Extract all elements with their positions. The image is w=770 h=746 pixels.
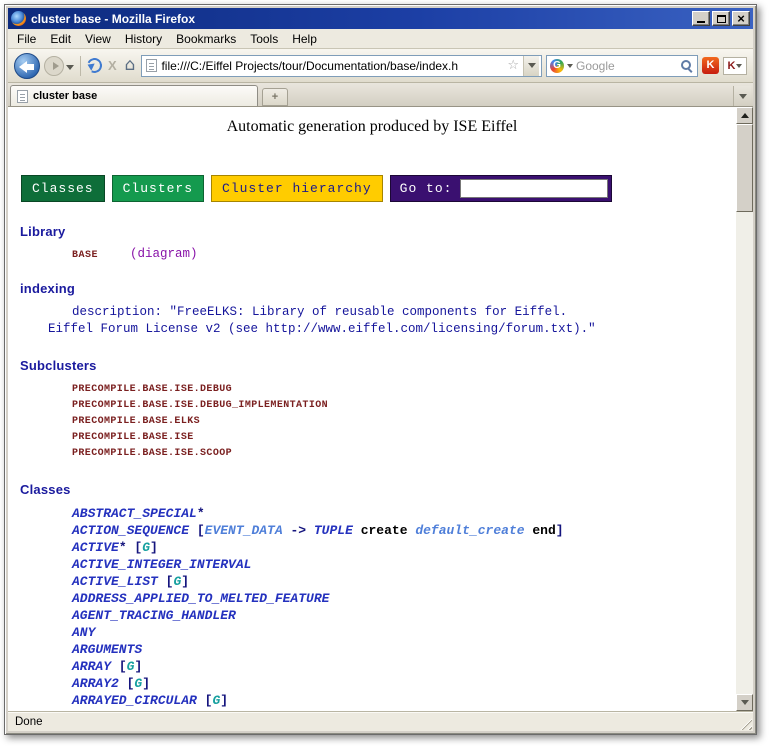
class-link[interactable]: ANY	[72, 624, 736, 641]
page-content: Automatic generation produced by ISE Eif…	[8, 107, 753, 711]
window-title: cluster base - Mozilla Firefox	[31, 12, 692, 26]
url-dropdown-button[interactable]	[523, 56, 539, 76]
chevron-down-icon	[739, 94, 747, 99]
search-magnifier-icon[interactable]	[679, 58, 694, 73]
classes-list: ABSTRACT_SPECIAL*ACTION_SEQUENCE [EVENT_…	[72, 505, 736, 711]
back-button[interactable]	[14, 53, 40, 79]
class-link[interactable]: ABSTRACT_SPECIAL*	[72, 505, 736, 522]
status-text: Done	[15, 716, 43, 728]
bookmark-star-icon[interactable]: ☆	[507, 59, 519, 72]
subcluster-link[interactable]: PRECOMPILE.BASE.ISE.DEBUG	[72, 382, 736, 398]
subcluster-link[interactable]: PRECOMPILE.BASE.ELKS	[72, 414, 736, 430]
menu-history[interactable]: History	[118, 30, 169, 48]
subclusters-list: PRECOMPILE.BASE.ISE.DEBUGPRECOMPILE.BASE…	[72, 382, 736, 462]
resize-grip[interactable]	[739, 717, 752, 730]
menu-help[interactable]: Help	[285, 30, 324, 48]
tab-label: cluster base	[33, 90, 97, 102]
google-icon[interactable]: G	[550, 59, 564, 73]
list-all-tabs-button[interactable]	[733, 86, 751, 106]
title-bar[interactable]: cluster base - Mozilla Firefox ×	[8, 8, 753, 29]
close-icon: ×	[737, 12, 745, 25]
tab-cluster-base[interactable]: cluster base	[10, 85, 258, 106]
home-icon[interactable]: ⌂	[123, 57, 138, 74]
tab-page-icon	[17, 90, 28, 103]
maximize-button[interactable]	[712, 11, 730, 26]
search-input[interactable]: Google	[576, 59, 676, 73]
addon-k-dropdown-button[interactable]: K	[723, 57, 747, 75]
menu-file[interactable]: File	[10, 30, 43, 48]
minimize-button[interactable]	[692, 11, 710, 26]
menu-bookmarks[interactable]: Bookmarks	[169, 30, 243, 48]
class-link[interactable]: ADDRESS_APPLIED_TO_MELTED_FEATURE	[72, 590, 736, 607]
indexing-description-line: description: "FreeELKS: Library of reusa…	[72, 304, 736, 321]
class-link[interactable]: AGENT_TRACING_HANDLER	[72, 607, 736, 624]
addon-k-icon[interactable]: K	[702, 57, 719, 74]
class-link[interactable]: ACTIVE* [G]	[72, 539, 736, 556]
menu-edit[interactable]: Edit	[43, 30, 78, 48]
new-tab-button[interactable]: +	[262, 88, 288, 106]
addon-k-letter: K	[728, 58, 736, 74]
cluster-hierarchy-button[interactable]: Cluster hierarchy	[211, 175, 383, 202]
classes-button[interactable]: Classes	[21, 175, 105, 202]
menu-view[interactable]: View	[78, 30, 118, 48]
chevron-down-icon	[736, 64, 742, 68]
classes-heading: Classes	[20, 482, 736, 497]
indexing-heading: indexing	[20, 281, 736, 296]
toolbar-separator	[80, 56, 81, 76]
chevron-down-icon	[528, 63, 536, 68]
page-icon	[146, 59, 157, 72]
subcluster-link[interactable]: PRECOMPILE.BASE.ISE	[72, 430, 736, 446]
class-link[interactable]: ARRAYED_CIRCULAR [G]	[72, 692, 736, 709]
library-line: BASE (diagram)	[72, 247, 736, 261]
url-text[interactable]: file:///C:/Eiffel Projects/tour/Document…	[161, 59, 503, 73]
subclusters-heading: Subclusters	[20, 358, 736, 373]
library-name-link[interactable]: BASE	[72, 250, 98, 261]
scroll-up-button[interactable]	[736, 107, 753, 124]
diagram-link[interactable]: (diagram)	[130, 247, 198, 261]
class-link[interactable]: ACTIVE_LIST [G]	[72, 573, 736, 590]
close-button[interactable]: ×	[732, 11, 750, 26]
goto-label: Go to:	[394, 181, 461, 196]
scroll-down-button[interactable]	[736, 694, 753, 711]
class-link[interactable]: ARRAY [G]	[72, 658, 736, 675]
maximize-icon	[717, 15, 726, 23]
address-bar[interactable]: file:///C:/Eiffel Projects/tour/Document…	[141, 55, 542, 77]
class-link[interactable]: ARRAY2 [G]	[72, 675, 736, 692]
navigation-toolbar: X ⌂ file:///C:/Eiffel Projects/tour/Docu…	[8, 49, 753, 83]
subcluster-link[interactable]: PRECOMPILE.BASE.ISE.DEBUG_IMPLEMENTATION	[72, 398, 736, 414]
document-area: Automatic generation produced by ISE Eif…	[8, 107, 736, 711]
goto-input[interactable]	[460, 179, 608, 198]
class-link[interactable]: ACTIVE_INTEGER_INTERVAL	[72, 556, 736, 573]
doc-nav-buttons: Classes Clusters Cluster hierarchy Go to…	[21, 175, 736, 202]
reload-icon[interactable]	[85, 56, 104, 75]
class-link[interactable]: ACTION_SEQUENCE [EVENT_DATA -> TUPLE cre…	[72, 522, 736, 539]
menu-bar: FileEditViewHistoryBookmarksToolsHelp	[8, 29, 753, 49]
forward-button[interactable]	[44, 56, 64, 76]
library-heading: Library	[20, 224, 736, 239]
tab-bar: cluster base +	[8, 83, 753, 107]
stop-icon[interactable]: X	[106, 59, 119, 72]
vertical-scrollbar[interactable]	[736, 107, 753, 711]
subcluster-link[interactable]: PRECOMPILE.BASE.ISE.SCOOP	[72, 446, 736, 462]
class-link[interactable]: ARGUMENTS	[72, 641, 736, 658]
clusters-button[interactable]: Clusters	[112, 175, 204, 202]
browser-window: cluster base - Mozilla Firefox × FileEdi…	[4, 4, 757, 735]
indexing-description-line: Eiffel Forum License v2 (see http://www.…	[48, 321, 736, 338]
arrow-up-icon	[741, 113, 749, 118]
arrow-down-icon	[741, 700, 749, 705]
scrollbar-thumb[interactable]	[736, 124, 753, 212]
goto-box: Go to:	[390, 175, 613, 202]
minimize-icon	[697, 21, 705, 23]
menu-tools[interactable]: Tools	[243, 30, 285, 48]
search-engine-dropdown-icon[interactable]	[567, 64, 573, 68]
status-bar: Done	[8, 711, 753, 731]
history-dropdown-icon[interactable]	[66, 57, 74, 75]
search-box[interactable]: G Google	[546, 55, 698, 77]
page-banner: Automatic generation produced by ISE Eif…	[8, 118, 736, 136]
firefox-icon	[11, 11, 26, 26]
